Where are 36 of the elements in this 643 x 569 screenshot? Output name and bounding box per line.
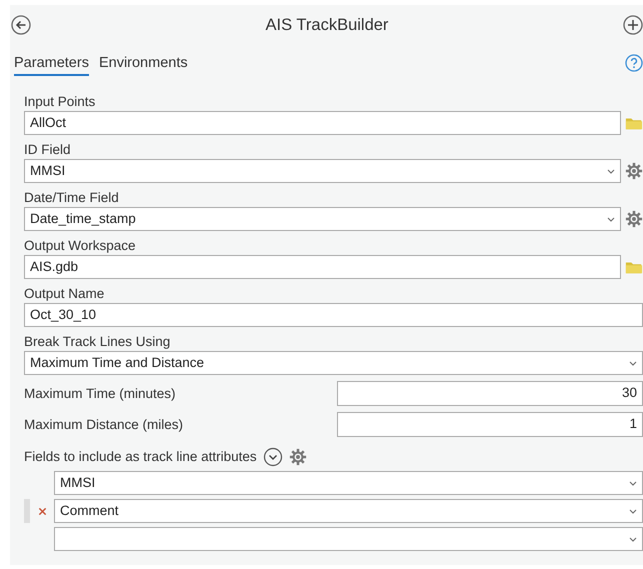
window-title: AIS TrackBuilder bbox=[264, 16, 390, 34]
dropdown-field[interactable]: Comment bbox=[54, 499, 643, 523]
chevron-down-icon bbox=[629, 480, 637, 486]
field-label: Maximum Distance (miles) bbox=[24, 416, 184, 433]
field-label: Maximum Time (minutes) bbox=[24, 385, 177, 402]
field-label: ID Field bbox=[24, 141, 72, 158]
chevron-down-icon bbox=[629, 360, 637, 366]
gear-icon[interactable] bbox=[288, 448, 307, 466]
field-label: Output Workspace bbox=[24, 237, 137, 254]
dropdown-field[interactable] bbox=[54, 527, 643, 551]
help-icon[interactable] bbox=[625, 54, 643, 72]
dropdown-field[interactable]: Maximum Time and Distance bbox=[24, 351, 643, 375]
dropdown-field[interactable]: MMSI bbox=[54, 471, 643, 495]
field-label: Fields to include as track line attributes bbox=[24, 448, 257, 465]
dropdown-field[interactable]: MMSI bbox=[24, 159, 621, 183]
chevron-down-icon bbox=[629, 536, 637, 542]
number-field[interactable]: 30 bbox=[337, 381, 643, 406]
chevron-down-icon[interactable] bbox=[262, 447, 283, 467]
tab[interactable]: Parameters bbox=[14, 50, 89, 76]
chevron-down-icon bbox=[629, 508, 637, 514]
field-label: Break Track Lines Using bbox=[24, 333, 172, 350]
input-field[interactable]: AIS.gdb bbox=[24, 255, 621, 279]
add-icon[interactable] bbox=[623, 15, 643, 35]
chevron-down-icon bbox=[607, 168, 615, 174]
field-label: Output Name bbox=[24, 285, 106, 302]
dropdown-field[interactable]: Date_time_stamp bbox=[24, 207, 621, 231]
chevron-down-icon bbox=[607, 216, 615, 222]
number-field[interactable]: 1 bbox=[337, 412, 643, 437]
field-label: Input Points bbox=[24, 93, 96, 110]
tab[interactable]: Environments bbox=[98, 50, 188, 76]
row-handle[interactable] bbox=[24, 499, 30, 523]
input-field[interactable]: AllOct bbox=[24, 111, 621, 135]
input-field[interactable]: Oct_30_10 bbox=[24, 303, 643, 327]
remove-icon[interactable] bbox=[38, 506, 47, 516]
field-label: Date/Time Field bbox=[24, 189, 120, 206]
back-icon[interactable] bbox=[11, 15, 31, 35]
